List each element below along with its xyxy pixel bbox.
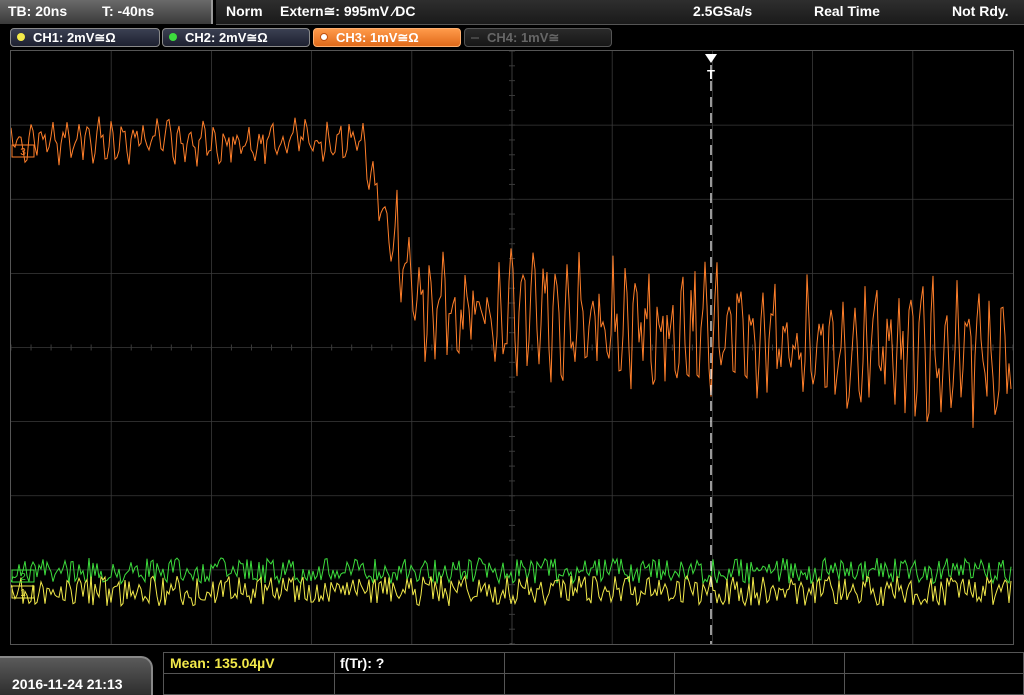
trigger-marker-label: T (707, 67, 715, 82)
sample-rate: 2.5GSa/s (693, 3, 753, 19)
channel-button-row: CH1: 2mV≅Ω CH2: 2mV≅Ω CH3: 1mV≅Ω CH4: 1m… (0, 25, 1024, 49)
ch3-color-dot (320, 33, 328, 41)
ch3-waveform (11, 116, 1012, 428)
datetime-readout: 2016-11-24 21:13 (12, 676, 123, 692)
ch1-ref-label: 1 (20, 588, 26, 599)
ch3-label: CH3: 1mV≅Ω (336, 30, 419, 45)
measurement-divider (164, 673, 1023, 674)
graticule-grid (11, 51, 1013, 644)
run-status: Not Rdy. (952, 3, 1009, 19)
measurement-panel[interactable]: Mean: 135.04µV f(Tr): ? (163, 652, 1024, 695)
trigger-source: Extern≅: 995mV ⁄DC (280, 3, 416, 19)
acquisition-status-strip[interactable]: Norm Extern≅: 995mV ⁄DC 2.5GSa/s Real Ti… (216, 0, 1024, 25)
timebase-panel[interactable]: TB: 20ns T: -40ns (0, 0, 213, 24)
measurement-divider (674, 653, 675, 694)
ch4-label: CH4: 1mV≅ (487, 30, 560, 45)
ch1-button[interactable]: CH1: 2mV≅Ω (10, 28, 160, 47)
trigger-time-readout: T: -40ns (102, 3, 155, 19)
measurement-divider (844, 653, 845, 694)
ch2-color-dot (169, 33, 177, 41)
trigger-mode: Norm (226, 3, 263, 19)
ch4-color-dot (471, 37, 479, 39)
ch2-label: CH2: 2mV≅Ω (185, 30, 268, 45)
ch2-button[interactable]: CH2: 2mV≅Ω (162, 28, 310, 47)
timebase-readout: TB: 20ns (8, 3, 68, 19)
ch3-button[interactable]: CH3: 1mV≅Ω (313, 28, 461, 47)
measurement-divider (334, 653, 335, 694)
ch1-color-dot (17, 33, 25, 41)
acquisition-mode: Real Time (814, 3, 880, 19)
measurement-rise-frequency: f(Tr): ? (340, 655, 385, 671)
measurement-divider (504, 653, 505, 694)
waveform-canvas[interactable]: T 3 2 1 (11, 51, 1013, 644)
trigger-position-icon[interactable] (705, 54, 717, 63)
measurement-mean: Mean: 135.04µV (170, 655, 275, 671)
datetime-panel[interactable]: 2016-11-24 21:13 (0, 656, 153, 695)
top-status-bar: TB: 20ns T: -40ns Norm Extern≅: 995mV ⁄D… (0, 0, 1024, 25)
ch1-waveform (11, 574, 1012, 608)
ch2-ref-label: 2 (20, 572, 26, 583)
ch3-ref-label: 3 (20, 147, 26, 158)
ch1-label: CH1: 2mV≅Ω (33, 30, 116, 45)
ch4-button[interactable]: CH4: 1mV≅ (464, 28, 612, 47)
ch1-ground-marker[interactable]: 1 (11, 585, 35, 599)
ch2-waveform (11, 556, 1012, 586)
